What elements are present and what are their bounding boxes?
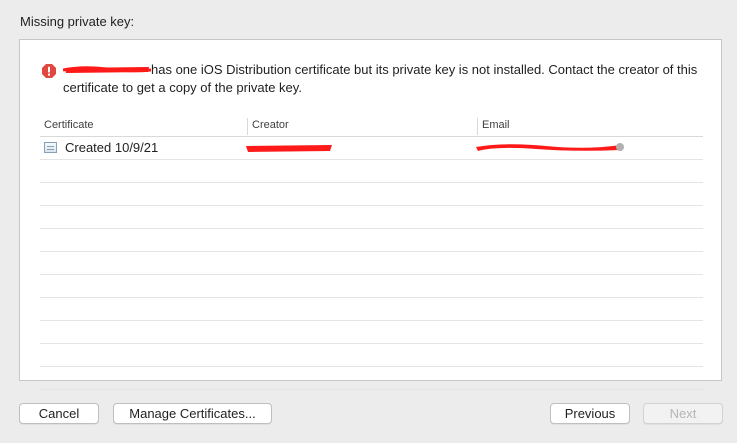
- column-header-certificate[interactable]: Certificate: [40, 119, 94, 131]
- redacted-team-name: [63, 65, 151, 73]
- warning-icon: [42, 64, 56, 78]
- table-row: [40, 229, 703, 252]
- table-row: [40, 344, 703, 367]
- column-header-email[interactable]: Email: [477, 118, 510, 135]
- table-row[interactable]: Created 10/9/21: [40, 137, 703, 160]
- certificate-table: Certificate Creator Email Created 10/9/2…: [40, 116, 703, 390]
- table-row: [40, 321, 703, 344]
- manage-certificates-button[interactable]: Manage Certificates...: [113, 403, 272, 424]
- previous-button[interactable]: Previous: [550, 403, 630, 424]
- table-row: [40, 298, 703, 321]
- next-button[interactable]: Next: [643, 403, 723, 424]
- content-panel: has one iOS Distribution certificate but…: [19, 39, 722, 390]
- table-row: [40, 183, 703, 206]
- table-row: [40, 275, 703, 298]
- table-row: [40, 206, 703, 229]
- table-row: [40, 160, 703, 183]
- column-header-creator[interactable]: Creator: [247, 118, 289, 135]
- section-title: Missing private key:: [20, 14, 135, 29]
- table-row: [40, 367, 703, 390]
- certificate-name: Created 10/9/21: [65, 140, 159, 155]
- warning-message-text: has one iOS Distribution certificate but…: [63, 62, 698, 95]
- certificate-icon: [44, 142, 57, 153]
- redacted-email: [476, 143, 624, 151]
- warning-message: has one iOS Distribution certificate but…: [63, 61, 703, 97]
- table-header: Certificate Creator Email: [40, 116, 703, 137]
- redacted-creator: [246, 145, 332, 152]
- table-row: [40, 252, 703, 275]
- cancel-button[interactable]: Cancel: [19, 403, 99, 424]
